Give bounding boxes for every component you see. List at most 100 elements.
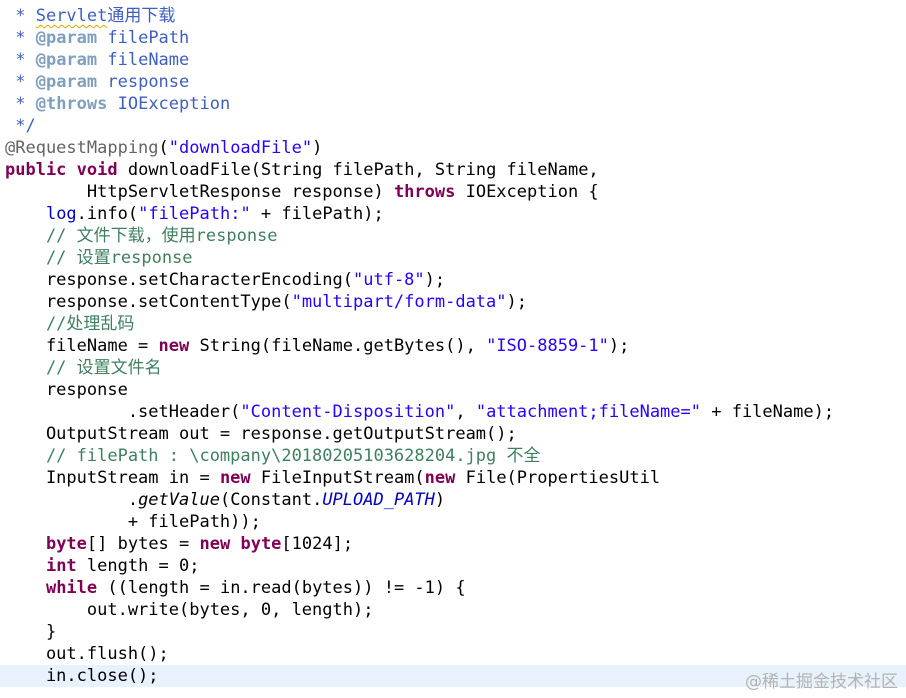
- code-line[interactable]: @RequestMapping("downloadFile"): [5, 137, 906, 159]
- code-line[interactable]: * @param response: [5, 71, 906, 93]
- code-token: byte: [45, 534, 87, 554]
- code-token: int: [45, 556, 77, 576]
- code-token: @throws: [35, 94, 108, 114]
- code-token: in.close();: [5, 666, 159, 686]
- code-token: + filePath));: [5, 512, 261, 532]
- code-line[interactable]: * @param fileName: [5, 49, 906, 71]
- code-line[interactable]: // 文件下载，使用response: [5, 225, 906, 247]
- code-token: filePath: [97, 28, 190, 48]
- code-line[interactable]: public void downloadFile(String filePath…: [5, 159, 906, 181]
- code-token: + filePath);: [250, 204, 384, 224]
- code-token: .setHeader(: [5, 402, 241, 422]
- code-token: log: [45, 204, 77, 224]
- code-token: String(fileName.getBytes(),: [189, 336, 487, 356]
- code-line[interactable]: out.flush();: [5, 643, 906, 665]
- code-line[interactable]: * @throws IOException: [5, 93, 906, 115]
- code-token: *: [5, 28, 36, 48]
- code-line[interactable]: response: [5, 379, 906, 401]
- code-line[interactable]: .setHeader("Content-Disposition", "attac…: [5, 401, 906, 423]
- code-token: out.flush();: [5, 644, 169, 664]
- code-token: // 设置response: [5, 248, 193, 268]
- code-token: @param: [35, 72, 98, 92]
- code-token: );: [424, 270, 446, 290]
- code-line[interactable]: // filePath : \company\20180205103628204…: [5, 445, 906, 467]
- code-token: void: [76, 160, 118, 180]
- code-token: fileName: [97, 50, 190, 70]
- code-line[interactable]: while ((length = in.read(bytes)) != -1) …: [5, 577, 906, 599]
- code-line[interactable]: }: [5, 621, 906, 643]
- code-token: (: [158, 138, 169, 158]
- code-token: [1024];: [281, 534, 354, 554]
- code-token: ): [434, 490, 446, 510]
- code-token: ,: [455, 402, 476, 422]
- code-token: FileInputStream(: [250, 468, 425, 488]
- code-token: *: [5, 72, 36, 92]
- code-line[interactable]: // 设置文件名: [5, 357, 906, 379]
- code-line[interactable]: */: [5, 115, 906, 137]
- code-token: @param: [35, 28, 98, 48]
- code-token: response: [5, 380, 128, 400]
- code-token: // 设置文件名: [5, 358, 162, 378]
- code-token: File(PropertiesUtil: [455, 468, 661, 488]
- code-token: "filePath:": [138, 204, 251, 224]
- code-token: }: [5, 622, 57, 642]
- code-area[interactable]: * Servlet通用下载 * @param filePath * @param…: [0, 5, 906, 687]
- code-token: .: [5, 490, 139, 510]
- code-token: while: [45, 578, 98, 598]
- code-line[interactable]: HttpServletResponse response) throws IOE…: [5, 181, 906, 203]
- code-token: IOException {: [455, 182, 599, 202]
- code-token: );: [506, 292, 527, 312]
- code-token: InputStream in =: [5, 468, 220, 488]
- code-token: "Content-Disposition": [240, 402, 456, 422]
- code-token: response.setCharacterEncoding(: [5, 270, 353, 290]
- code-editor[interactable]: * Servlet通用下载 * @param filePath * @param…: [0, 0, 906, 698]
- code-line[interactable]: * Servlet通用下载: [5, 5, 906, 27]
- code-token: response.setContentType(: [5, 292, 292, 312]
- code-line[interactable]: OutputStream out = response.getOutputStr…: [5, 423, 906, 445]
- code-token: downloadFile(String filePath, String fil…: [117, 160, 599, 180]
- code-token: fileName =: [5, 336, 159, 356]
- code-line[interactable]: * @param filePath: [5, 27, 906, 49]
- code-token: *: [5, 94, 36, 114]
- code-token: UPLOAD_PATH: [322, 490, 435, 510]
- code-token: throws: [393, 182, 456, 202]
- code-token: (Constant.: [219, 490, 323, 510]
- code-line[interactable]: InputStream in = new FileInputStream(new…: [5, 467, 906, 489]
- code-line[interactable]: byte[] bytes = new byte[1024];: [5, 533, 906, 555]
- code-token: OutputStream out = response.getOutputStr…: [5, 424, 517, 444]
- code-line[interactable]: + filePath));: [5, 511, 906, 533]
- code-token: */: [5, 116, 36, 136]
- code-line[interactable]: response.setCharacterEncoding("utf-8");: [5, 269, 906, 291]
- code-line[interactable]: out.write(bytes, 0, length);: [5, 599, 906, 621]
- code-token: new: [219, 468, 251, 488]
- code-token: @param: [35, 50, 98, 70]
- code-token: *: [5, 6, 36, 26]
- code-token: // 文件下载，使用response: [5, 226, 278, 246]
- code-token: "downloadFile": [168, 138, 313, 158]
- code-token: IOException: [107, 94, 231, 114]
- code-line[interactable]: log.info("filePath:" + filePath);: [5, 203, 906, 225]
- code-token: "attachment;fileName=": [475, 402, 701, 422]
- code-token: .info(: [76, 204, 139, 224]
- code-token: "utf-8": [353, 270, 425, 290]
- code-token: new: [199, 534, 231, 554]
- code-token: // filePath : \company\20180205103628204…: [5, 446, 541, 466]
- code-token: new: [424, 468, 456, 488]
- code-line[interactable]: // 设置response: [5, 247, 906, 269]
- code-token: "ISO-8859-1": [486, 336, 609, 356]
- code-line[interactable]: response.setContentType("multipart/form-…: [5, 291, 906, 313]
- code-token: public: [5, 160, 67, 180]
- code-token: *: [5, 50, 36, 70]
- code-line[interactable]: fileName = new String(fileName.getBytes(…: [5, 335, 906, 357]
- code-line[interactable]: //处理乱码: [5, 313, 906, 335]
- code-token: + fileName);: [701, 402, 835, 422]
- code-line[interactable]: .getValue(Constant.UPLOAD_PATH): [5, 489, 906, 511]
- code-token: Servlet: [35, 6, 108, 26]
- watermark: @稀土掘金技术社区: [745, 672, 898, 692]
- code-line[interactable]: int length = 0;: [5, 555, 906, 577]
- code-token: //处理乱码: [5, 314, 135, 334]
